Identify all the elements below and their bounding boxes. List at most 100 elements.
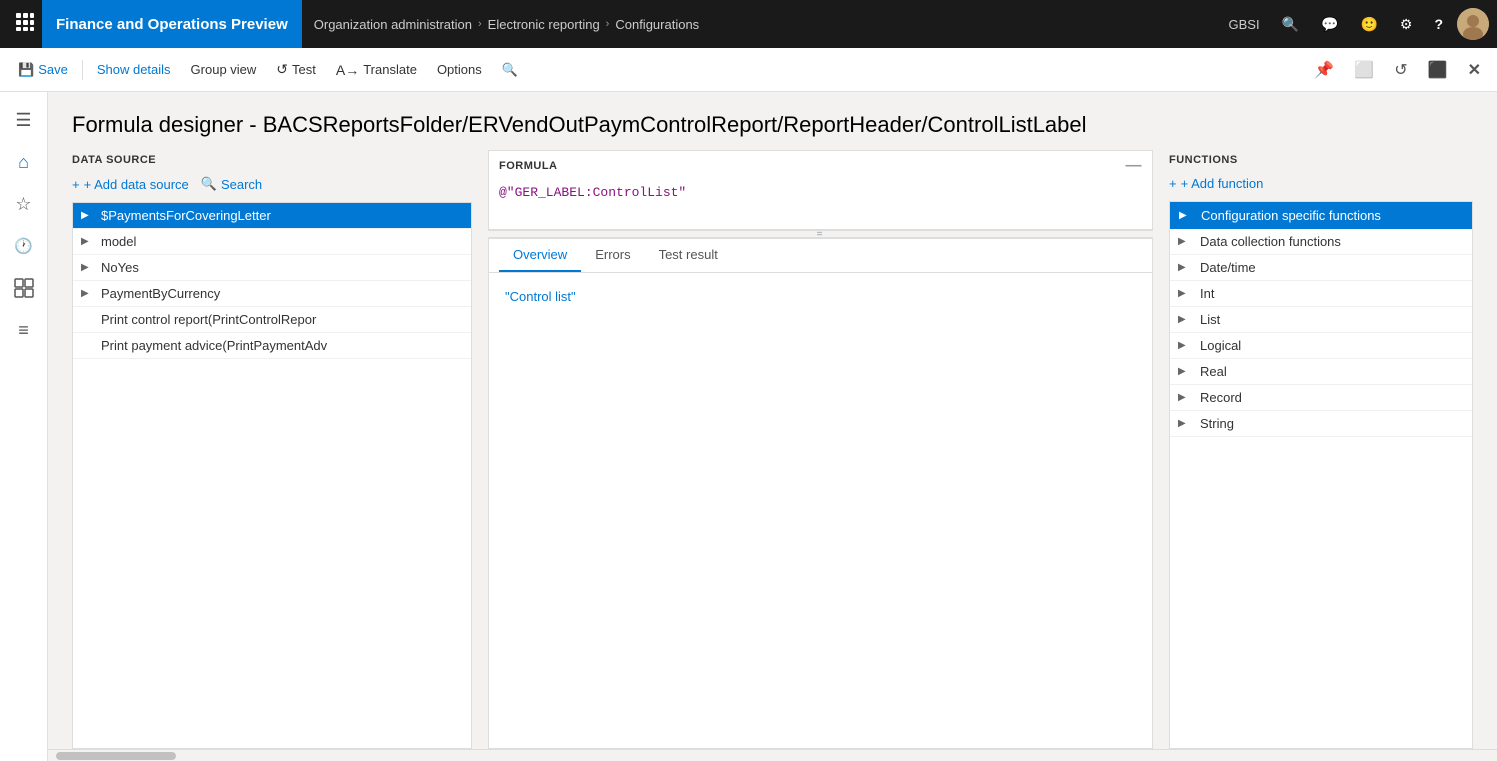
add-function-icon: + xyxy=(1169,176,1177,191)
sidebar-hamburger[interactable]: ☰ xyxy=(4,100,44,140)
feedback-button[interactable]: 🙂 xyxy=(1352,10,1385,39)
breadcrumb-sep-1: › xyxy=(478,18,482,30)
sidebar-favorites[interactable]: ☆ xyxy=(4,184,44,224)
show-details-button[interactable]: Show details xyxy=(87,56,181,83)
formula-label: FORMULA — xyxy=(489,151,1152,179)
tree-item-payment-by-currency[interactable]: ▶ PaymentByCurrency xyxy=(73,281,471,307)
action-bar-separator-1 xyxy=(82,60,83,80)
func-item-config-specific[interactable]: ▶ Configuration specific functions xyxy=(1170,202,1472,229)
add-function-button[interactable]: + + Add function xyxy=(1169,174,1263,193)
sidebar-home[interactable]: ⌂ xyxy=(4,142,44,182)
global-search-button[interactable]: 🔍 xyxy=(1274,10,1307,39)
datasource-toolbar: + + Add data source 🔍 Search xyxy=(72,174,472,194)
chevron-right-icon: ▶ xyxy=(1178,236,1192,247)
chevron-right-icon: ▶ xyxy=(1178,288,1192,299)
tree-item-print-payment-advice[interactable]: Print payment advice(PrintPaymentAdv xyxy=(73,333,471,359)
translate-button[interactable]: A→ Translate xyxy=(326,56,427,84)
breadcrumb: Organization administration › Electronic… xyxy=(314,17,1221,32)
breadcrumb-electronic-reporting[interactable]: Electronic reporting xyxy=(488,17,600,32)
breadcrumb-sep-2: › xyxy=(606,18,610,30)
functions-toolbar: + + Add function xyxy=(1169,174,1473,193)
right-panel: FUNCTIONS + + Add function ▶ Configurati… xyxy=(1153,150,1473,749)
datasource-tree: ▶ $PaymentsForCoveringLetter ▶ model ▶ N… xyxy=(72,202,472,749)
add-datasource-icon: + xyxy=(72,177,80,192)
content-area: Formula designer - BACSReportsFolder/ERV… xyxy=(48,92,1497,761)
formula-resize-handle[interactable]: = xyxy=(488,230,1153,238)
chevron-spacer xyxy=(81,340,95,351)
apps-icon: ​ xyxy=(16,15,34,35)
formula-area: FORMULA — @"GER_LABEL:ControlList" xyxy=(488,150,1153,230)
restore-button[interactable]: ⬛ xyxy=(1420,54,1456,86)
functions-tree: ▶ Configuration specific functions ▶ Dat… xyxy=(1169,201,1473,749)
tree-item-payments[interactable]: ▶ $PaymentsForCoveringLetter xyxy=(73,203,471,229)
user-avatar[interactable] xyxy=(1457,8,1489,40)
save-icon: 💾 xyxy=(18,62,34,78)
pin-button[interactable]: 📌 xyxy=(1306,54,1342,86)
search-action-button[interactable]: 🔍 xyxy=(492,56,528,84)
formula-collapse-btn[interactable]: — xyxy=(1126,157,1143,175)
sidebar-recent[interactable]: 🕐 xyxy=(4,226,44,266)
chevron-spacer xyxy=(81,314,95,325)
tab-content-overview: "Control list" xyxy=(489,273,1152,748)
breadcrumb-org-admin[interactable]: Organization administration xyxy=(314,17,472,32)
settings-button[interactable]: ⚙ xyxy=(1392,10,1421,39)
expand-button[interactable]: ⬜ xyxy=(1346,54,1382,86)
page-title-bar: Formula designer - BACSReportsFolder/ERV… xyxy=(48,92,1497,150)
chevron-right-icon: ▶ xyxy=(81,262,95,273)
func-item-logical[interactable]: ▶ Logical xyxy=(1170,333,1472,359)
func-item-int[interactable]: ▶ Int xyxy=(1170,281,1472,307)
func-item-datetime[interactable]: ▶ Date/time xyxy=(1170,255,1472,281)
panels: DATA SOURCE + + Add data source 🔍 Search… xyxy=(48,150,1497,749)
functions-header: FUNCTIONS xyxy=(1169,150,1473,174)
func-item-list[interactable]: ▶ List xyxy=(1170,307,1472,333)
main-layout: ☰ ⌂ ☆ 🕐 ≡ Formula designer - BACSReports… xyxy=(0,92,1497,761)
formula-editor[interactable]: @"GER_LABEL:ControlList" xyxy=(489,179,1152,229)
chevron-right-icon: ▶ xyxy=(1178,340,1192,351)
sidebar-modules[interactable]: ≡ xyxy=(4,310,44,350)
sidebar-workspaces[interactable] xyxy=(4,268,44,308)
tab-test-result[interactable]: Test result xyxy=(645,239,732,272)
tree-item-model[interactable]: ▶ model xyxy=(73,229,471,255)
test-button[interactable]: ↺ Test xyxy=(266,55,326,84)
top-right-actions: GBSI 🔍 💬 🙂 ⚙ ? xyxy=(1220,8,1489,40)
chevron-right-icon: ▶ xyxy=(81,288,95,299)
left-panel: DATA SOURCE + + Add data source 🔍 Search… xyxy=(72,150,472,749)
chevron-right-icon: ▶ xyxy=(1178,392,1192,403)
search-action-icon: 🔍 xyxy=(502,62,518,78)
horizontal-scrollbar-thumb[interactable] xyxy=(56,752,176,760)
datasource-header: DATA SOURCE xyxy=(72,150,472,174)
overview-result: "Control list" xyxy=(505,289,576,304)
tab-overview[interactable]: Overview xyxy=(499,239,581,272)
refresh-button[interactable]: ↺ xyxy=(1386,54,1415,86)
org-label: GBSI xyxy=(1220,13,1267,36)
chat-button[interactable]: 💬 xyxy=(1313,10,1346,39)
chevron-right-icon: ▶ xyxy=(1178,314,1192,325)
func-item-record[interactable]: ▶ Record xyxy=(1170,385,1472,411)
tab-errors[interactable]: Errors xyxy=(581,239,644,272)
chevron-right-icon: ▶ xyxy=(1179,210,1193,221)
chevron-right-icon: ▶ xyxy=(1178,262,1192,273)
close-button[interactable]: ✕ xyxy=(1460,54,1489,86)
test-icon: ↺ xyxy=(276,61,288,78)
func-item-string[interactable]: ▶ String xyxy=(1170,411,1472,437)
app-menu-button[interactable]: ​ xyxy=(8,5,42,44)
chevron-right-icon: ▶ xyxy=(81,210,95,221)
search-datasource-icon: 🔍 xyxy=(201,176,217,192)
tree-item-print-control-report[interactable]: Print control report(PrintControlRepor xyxy=(73,307,471,333)
add-datasource-button[interactable]: + + Add data source xyxy=(72,175,189,194)
bottom-scroll-bar xyxy=(48,749,1497,761)
translate-icon: A→ xyxy=(336,62,359,78)
bottom-panel: Overview Errors Test result "Control lis… xyxy=(488,238,1153,749)
search-datasource-button[interactable]: 🔍 Search xyxy=(201,174,262,194)
save-button[interactable]: 💾 Save xyxy=(8,56,78,84)
options-button[interactable]: Options xyxy=(427,56,492,83)
breadcrumb-configurations[interactable]: Configurations xyxy=(615,17,699,32)
group-view-button[interactable]: Group view xyxy=(181,56,267,83)
app-title: Finance and Operations Preview xyxy=(42,0,302,48)
tree-item-noyes[interactable]: ▶ NoYes xyxy=(73,255,471,281)
chevron-right-icon: ▶ xyxy=(1178,366,1192,377)
func-item-data-collection[interactable]: ▶ Data collection functions xyxy=(1170,229,1472,255)
help-button[interactable]: ? xyxy=(1426,10,1451,38)
action-bar-right-controls: 📌 ⬜ ↺ ⬛ ✕ xyxy=(1306,54,1489,86)
func-item-real[interactable]: ▶ Real xyxy=(1170,359,1472,385)
